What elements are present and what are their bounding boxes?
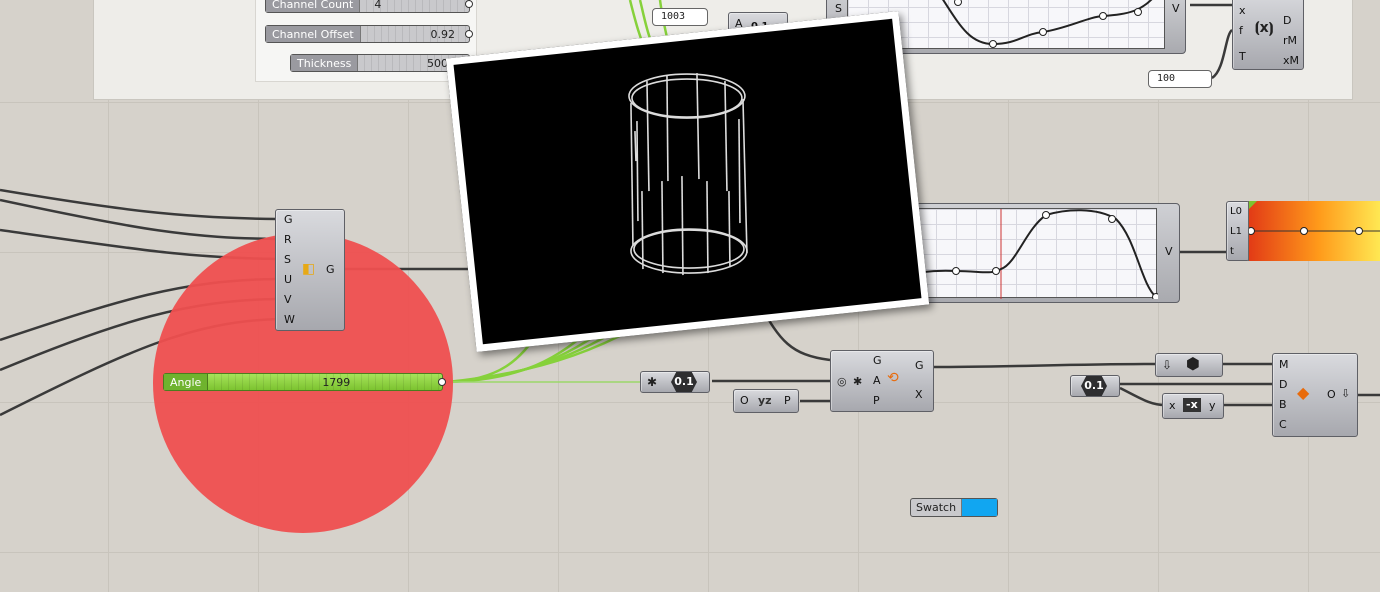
swatch-label: Swatch [911, 499, 963, 516]
negate-component[interactable]: x -x y [1162, 393, 1224, 419]
slider-value: 0.92 [430, 28, 456, 41]
asterisk-icon: ✱ [853, 375, 863, 388]
input-g[interactable]: G [873, 355, 882, 367]
arrow-down-icon: ⇩ [1341, 387, 1351, 400]
panel-100[interactable]: 100 [1148, 70, 1212, 88]
arrow-down-icon: ⇩ [1162, 358, 1173, 372]
number-badge: 0.1 [671, 372, 697, 392]
vector-component[interactable]: ⇩ ⬢ [1155, 353, 1223, 377]
output-v[interactable]: V [1165, 246, 1173, 258]
expression-component[interactable]: x f T ⦗x⦘ R D rM xM [1232, 0, 1304, 70]
slider-track[interactable]: 1799 [208, 374, 446, 390]
input-x[interactable]: x [1169, 400, 1176, 412]
wire [933, 362, 1156, 369]
output-x[interactable]: X [915, 389, 923, 401]
input-a[interactable]: A [873, 375, 881, 387]
input-v[interactable]: V [284, 294, 292, 306]
panel-1003[interactable]: 1003 [652, 8, 708, 26]
panel-value: 1003 [661, 11, 686, 22]
yz-plane-icon: yz [758, 394, 772, 407]
slider-label: Angle [164, 374, 209, 390]
surface-icon: ◧ [302, 261, 316, 277]
angle-slider[interactable]: Angle 1799 [163, 373, 446, 391]
input-s[interactable]: S [835, 3, 842, 15]
input-s[interactable]: S [284, 254, 291, 266]
output-o[interactable]: O [1327, 389, 1336, 401]
gradient-preview[interactable] [1247, 201, 1380, 261]
output-v[interactable]: V [1172, 3, 1180, 15]
output-y[interactable]: y [1209, 400, 1216, 412]
input-u[interactable]: U [284, 274, 292, 286]
slider-track[interactable]: 4 [360, 0, 473, 12]
input-p[interactable]: P [873, 395, 880, 407]
color-swatch[interactable]: Swatch [910, 498, 998, 517]
input-o[interactable]: O [740, 395, 749, 407]
gradient-component[interactable]: L0 L1 t [1226, 201, 1250, 261]
vector-hex-icon: ⬢ [1186, 354, 1200, 373]
cylinder-wireframe [628, 73, 748, 276]
surface-component[interactable]: G R S U V W ◧ G [275, 209, 345, 331]
slider-track[interactable]: 0.92 [360, 26, 473, 42]
output-g[interactable]: G [326, 264, 335, 276]
input-r[interactable]: R [284, 234, 292, 246]
move-icon: ◆ [1297, 383, 1310, 402]
channel-offset-slider[interactable]: Channel Offset 0.92 [265, 25, 473, 43]
input-m[interactable]: M [1279, 359, 1289, 371]
output-rm[interactable]: rM [1283, 35, 1297, 47]
input-t[interactable]: t [1230, 246, 1234, 258]
number-badge: 0.1 [1081, 376, 1107, 396]
expression-icon: ⦗x⦘ [1255, 20, 1274, 36]
slider-label: Channel Count [266, 0, 361, 12]
thickness-slider[interactable]: Thickness 5000 [290, 54, 473, 72]
channel-count-slider[interactable]: Channel Count 4 [265, 0, 473, 13]
input-l0[interactable]: L0 [1230, 206, 1242, 218]
number-param[interactable]: 0.1 [1070, 375, 1120, 397]
input-b[interactable]: B [1279, 399, 1287, 411]
input-t[interactable]: T [1239, 51, 1246, 63]
panel-value: 100 [1157, 73, 1176, 84]
slider-output-pin[interactable] [465, 30, 473, 38]
input-f[interactable]: f [1239, 25, 1243, 37]
slider-value: 4 [374, 0, 382, 11]
output-d[interactable]: D [1283, 15, 1291, 27]
rotate-icon: ⟲ [887, 370, 899, 386]
wire [1119, 386, 1166, 407]
slider-output-pin[interactable] [465, 0, 473, 8]
output-r[interactable]: R [1283, 0, 1291, 1]
negate-icon: -x [1183, 398, 1201, 412]
slider-label: Thickness [291, 55, 359, 71]
wire [1211, 28, 1233, 80]
degrees-icon: ◎ [837, 375, 847, 388]
input-l1[interactable]: L1 [1230, 226, 1242, 238]
wire [0, 198, 279, 241]
grasshopper-canvas[interactable]: Channel Count 4 Channel Offset 0.92 Thic… [0, 0, 1380, 592]
input-d[interactable]: D [1279, 379, 1287, 391]
gradient-handles [1247, 201, 1380, 235]
input-g[interactable]: G [284, 214, 293, 226]
asterisk-icon: ✱ [647, 375, 658, 389]
wire [0, 188, 279, 221]
number-param[interactable]: ✱ 0.1 [640, 371, 710, 393]
output-p[interactable]: P [784, 395, 791, 407]
output-g[interactable]: G [915, 360, 924, 372]
output-xm[interactable]: xM [1283, 55, 1299, 67]
slider-value: 1799 [322, 376, 351, 389]
slider-output-pin[interactable] [438, 378, 446, 386]
yz-plane-component[interactable]: O yz P [733, 389, 799, 413]
move-component[interactable]: M D B C ◆ O ⇩ [1272, 353, 1358, 437]
rotate-component[interactable]: G ◎ ✱ A P ⟲ G X [830, 350, 934, 412]
swatch-color[interactable] [962, 499, 997, 516]
input-w[interactable]: W [284, 314, 295, 326]
slider-label: Channel Offset [266, 26, 361, 42]
input-x[interactable]: x [1239, 5, 1246, 17]
input-c[interactable]: C [1279, 419, 1287, 431]
render-preview [445, 11, 930, 352]
